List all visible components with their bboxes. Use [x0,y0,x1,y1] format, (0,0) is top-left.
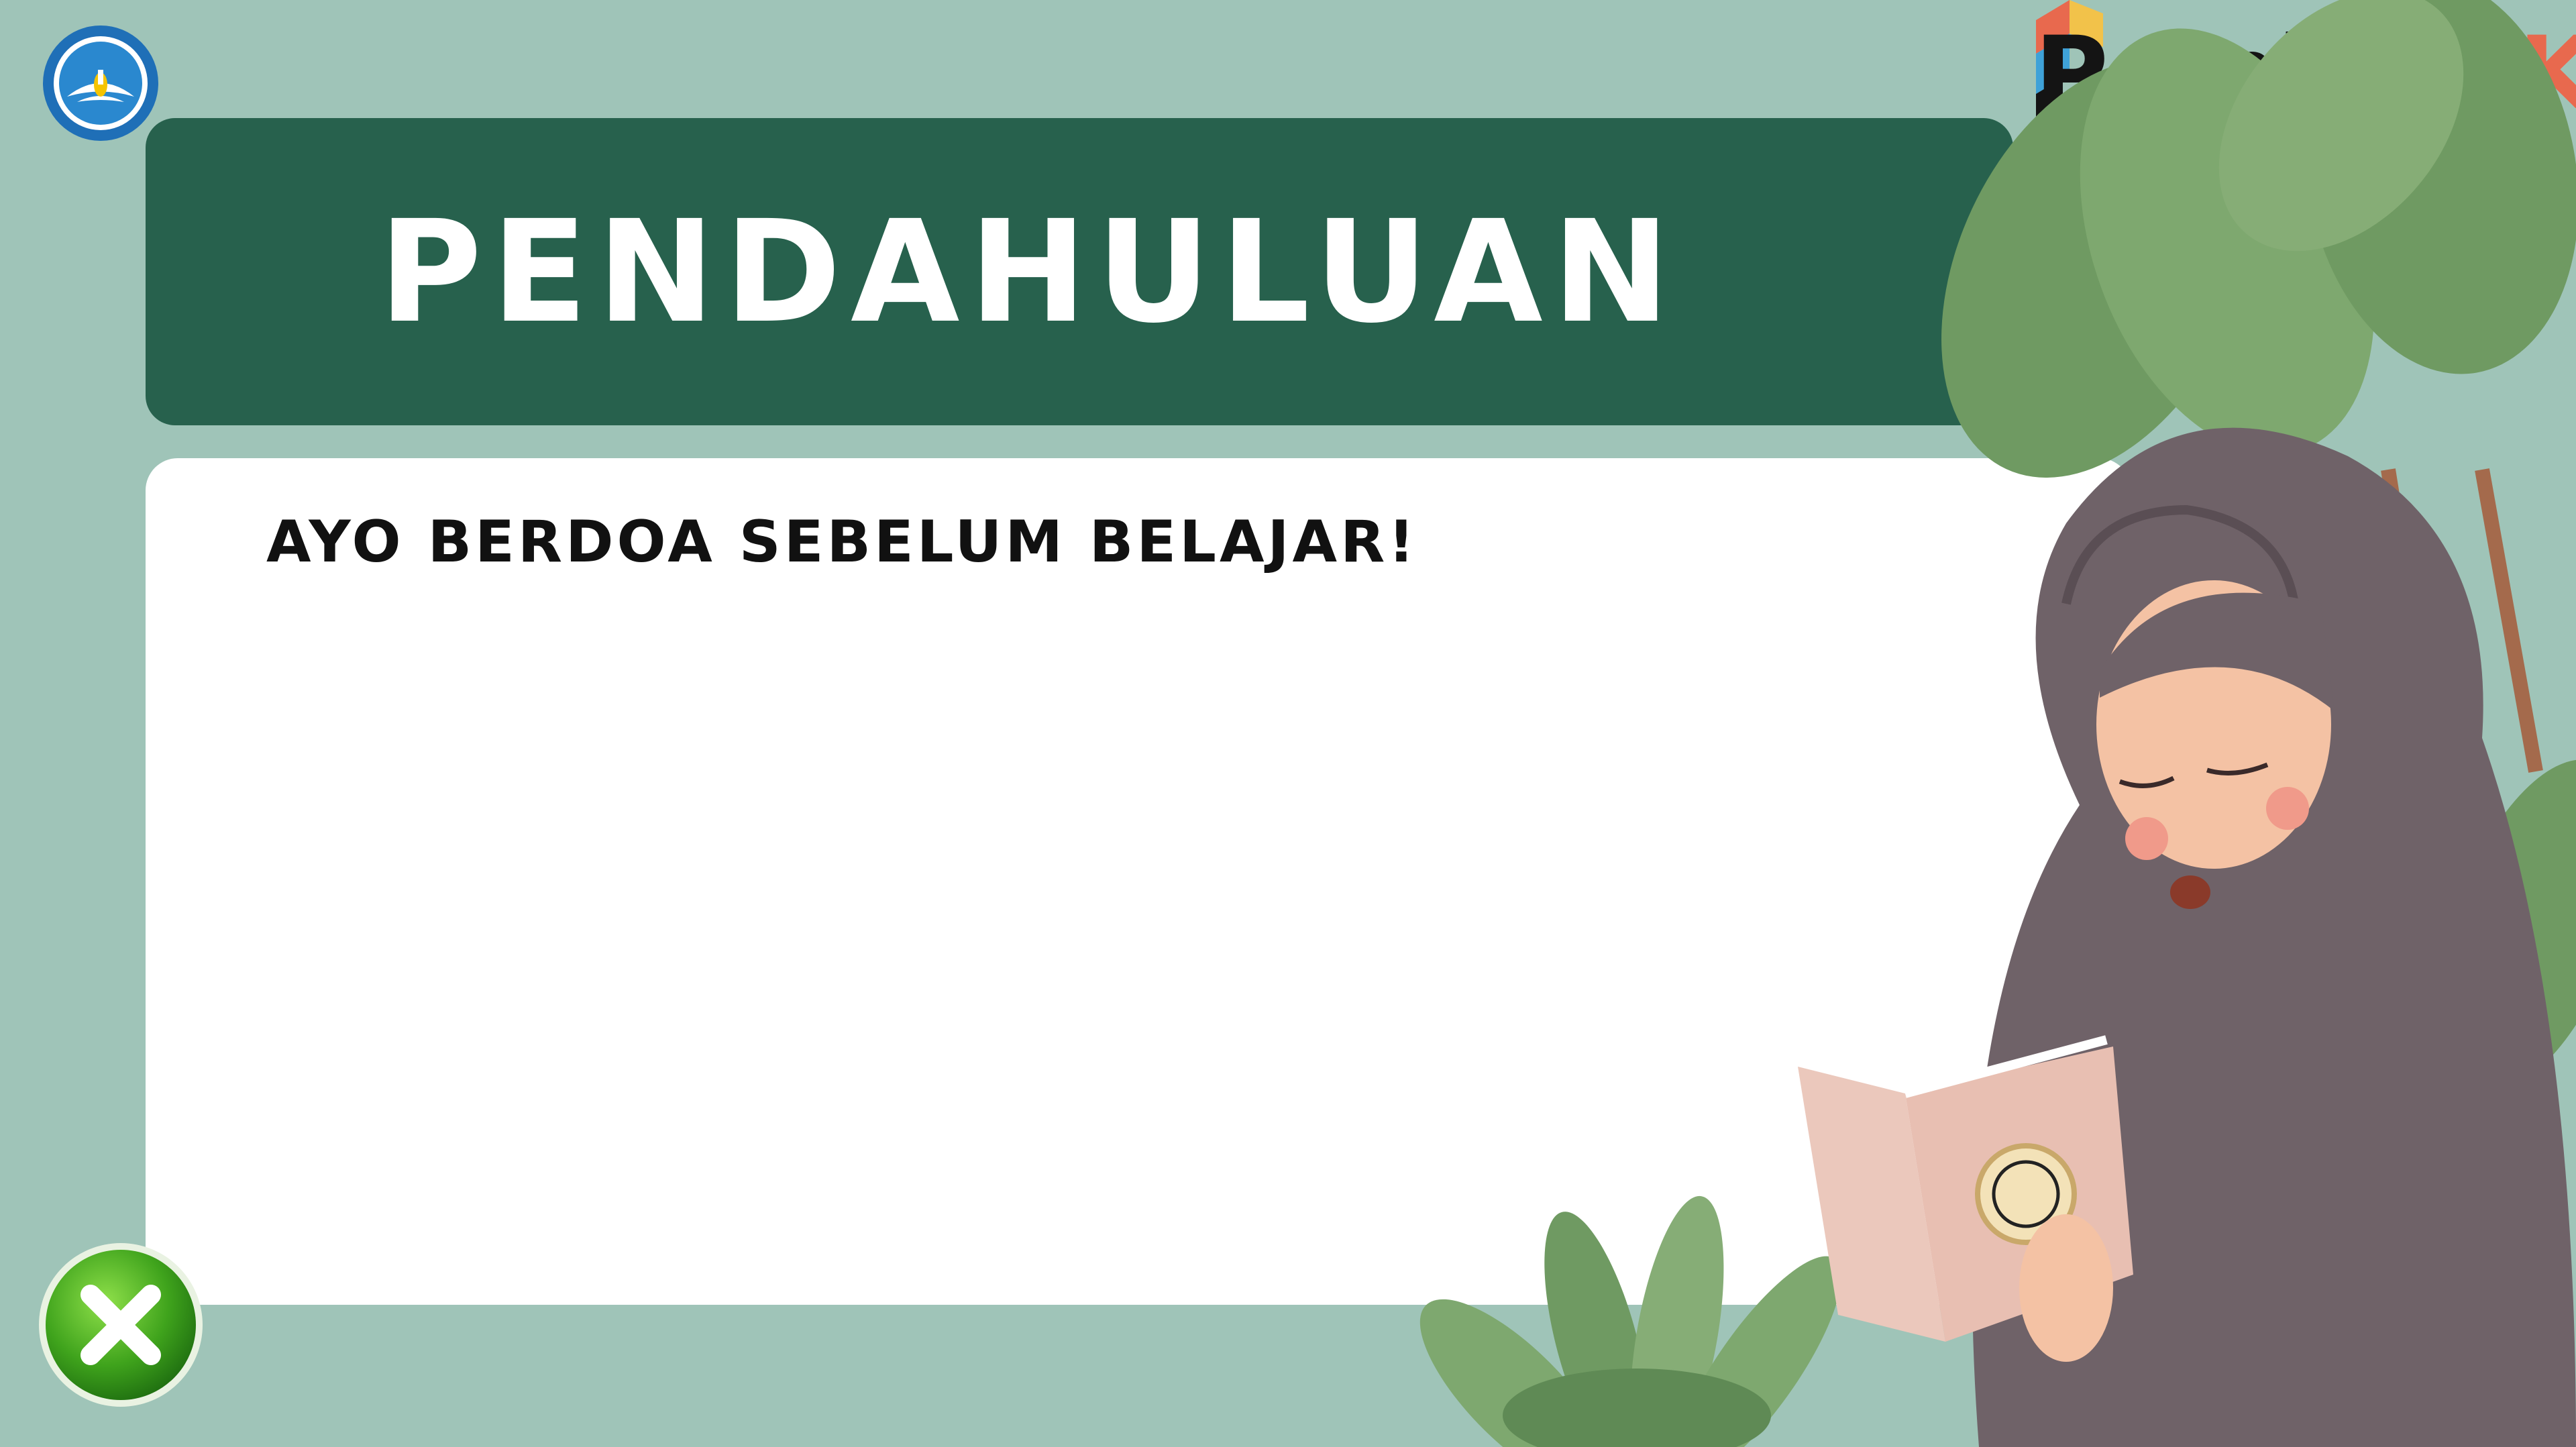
emblem-icon [43,25,158,141]
close-button[interactable] [37,1241,205,1409]
ministry-logo [40,23,161,144]
instruction-text: AYO BERDOA SEBELUM BELAJAR! [266,508,1418,576]
close-icon [39,1243,203,1407]
succulent-plant-icon [1419,1195,1841,1447]
girl-reading-illustration [1419,0,2576,1447]
